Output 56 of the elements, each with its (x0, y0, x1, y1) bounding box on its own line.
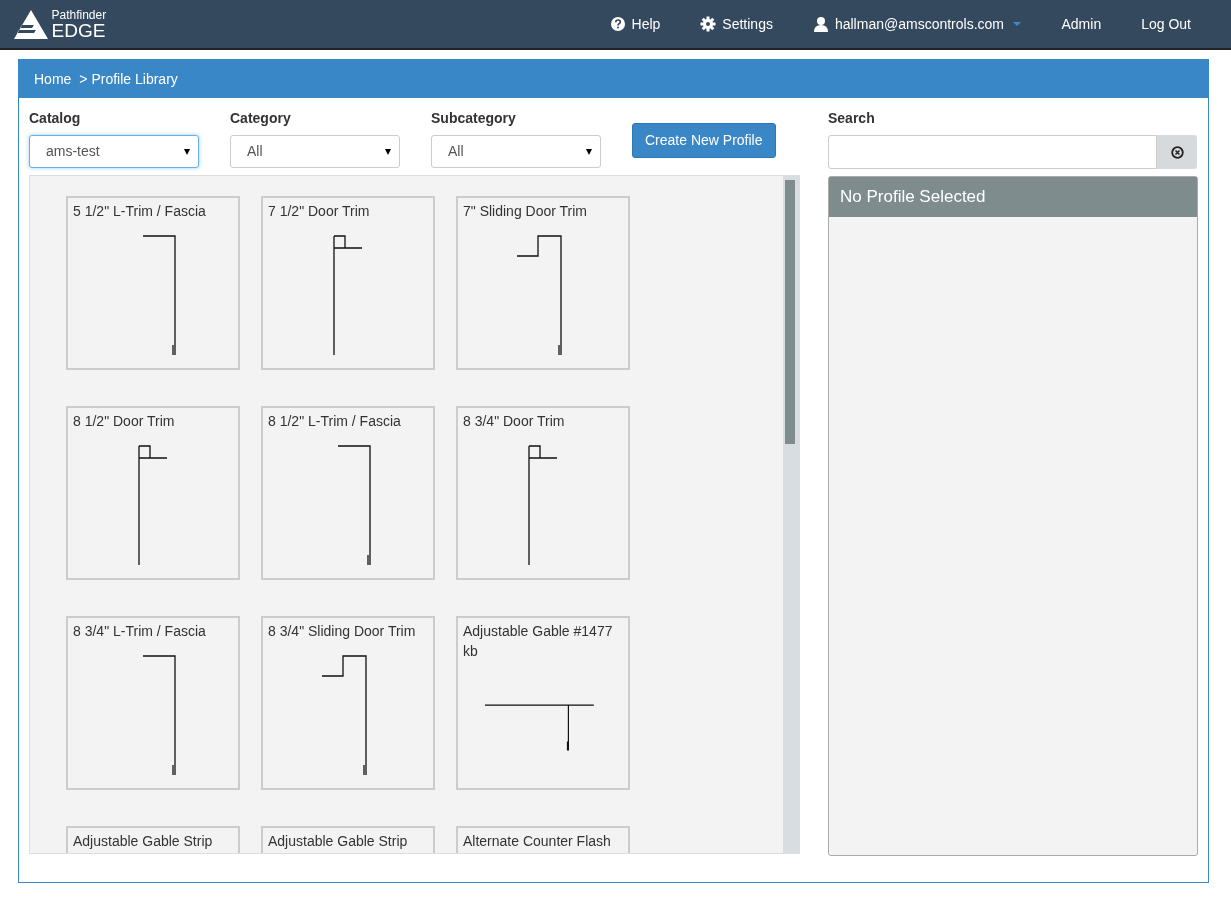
nav-link[interactable]: Help (589, 13, 681, 35)
profile-card[interactable]: Alternate Counter Flash (456, 826, 630, 853)
profile-card[interactable]: 8 3/4" Sliding Door Trim (261, 616, 435, 790)
profile-card[interactable]: 8 3/4" Door Trim (456, 406, 630, 580)
profile-name: Adjustable Gable Strip (73, 832, 214, 851)
user-icon (812, 16, 829, 32)
dropdown[interactable]: All (230, 135, 400, 168)
caret-icon (586, 148, 592, 155)
dropdown[interactable]: ams-test (29, 135, 199, 168)
profile-card[interactable]: Adjustable Gable Strip (66, 826, 240, 853)
profile-name: Adjustable Gable #1477 kb (463, 622, 614, 661)
profile-name: 8 3/4" Sliding Door Trim (268, 622, 417, 641)
caret-icon (385, 148, 391, 155)
profile-name: 5 1/2" L-Trim / Fascia (73, 202, 207, 221)
logo[interactable]: Pathfinder EDGE (14, 8, 107, 40)
profile-card[interactable]: Adjustable Gable Strip (261, 826, 435, 853)
details-title: No Profile Selected (829, 177, 1197, 217)
nav-link[interactable]: Admin (1041, 13, 1122, 35)
scrollbar-thumb[interactable] (785, 180, 795, 444)
profile-name: 8 1/2" L-Trim / Fascia (268, 412, 402, 431)
profile-card[interactable]: 5 1/2" L-Trim / Fascia (66, 196, 240, 370)
profile-name: 8 1/2" Door Trim (73, 412, 176, 431)
settings-icon (700, 16, 717, 32)
breadcrumb-current: > Profile Library (79, 69, 178, 89)
brand-name: Pathfinder (51, 8, 107, 21)
profile-card[interactable]: 8 1/2" Door Trim (66, 406, 240, 580)
field-label: Search (828, 109, 876, 128)
profile-card[interactable]: 8 3/4" L-Trim / Fascia (66, 616, 240, 790)
nav-link[interactable]: hallman@amscontrols.com (792, 13, 1042, 35)
clear-icon (1170, 145, 1184, 159)
field-label: Subcategory (431, 109, 517, 128)
nav-link[interactable]: Settings (680, 13, 793, 35)
profile-name: 7 1/2" Door Trim (268, 202, 371, 221)
profile-name: Alternate Counter Flash (463, 832, 612, 851)
profile-name: 8 3/4" L-Trim / Fascia (73, 622, 207, 641)
profile-name: 8 3/4" Door Trim (463, 412, 566, 431)
help-icon (609, 16, 626, 32)
profile-card[interactable]: 7 1/2" Door Trim (261, 196, 435, 370)
dropdown[interactable]: All (431, 135, 601, 168)
scrollbar[interactable] (783, 176, 799, 853)
logo-icon (14, 9, 48, 39)
caret-icon (184, 148, 190, 155)
profile-name: 7" Sliding Door Trim (463, 202, 588, 221)
profile-card[interactable]: 8 1/2" L-Trim / Fascia (261, 406, 435, 580)
search-field[interactable] (828, 135, 1157, 169)
clear-button[interactable] (1157, 135, 1197, 169)
nav-link[interactable]: Log Out (1121, 13, 1211, 35)
profile-name: Adjustable Gable Strip (268, 832, 409, 851)
breadcrumb-link[interactable]: Home (34, 68, 72, 90)
field-label: Catalog (29, 109, 82, 128)
profile-card[interactable]: Adjustable Gable #1477 kb (456, 616, 630, 790)
brand-name: EDGE (51, 20, 107, 40)
field-label: Category (230, 109, 292, 128)
profile-card[interactable]: 7" Sliding Door Trim (456, 196, 630, 370)
create-profile-button[interactable]: Create New Profile (632, 123, 776, 158)
caret-icon (1013, 22, 1022, 26)
